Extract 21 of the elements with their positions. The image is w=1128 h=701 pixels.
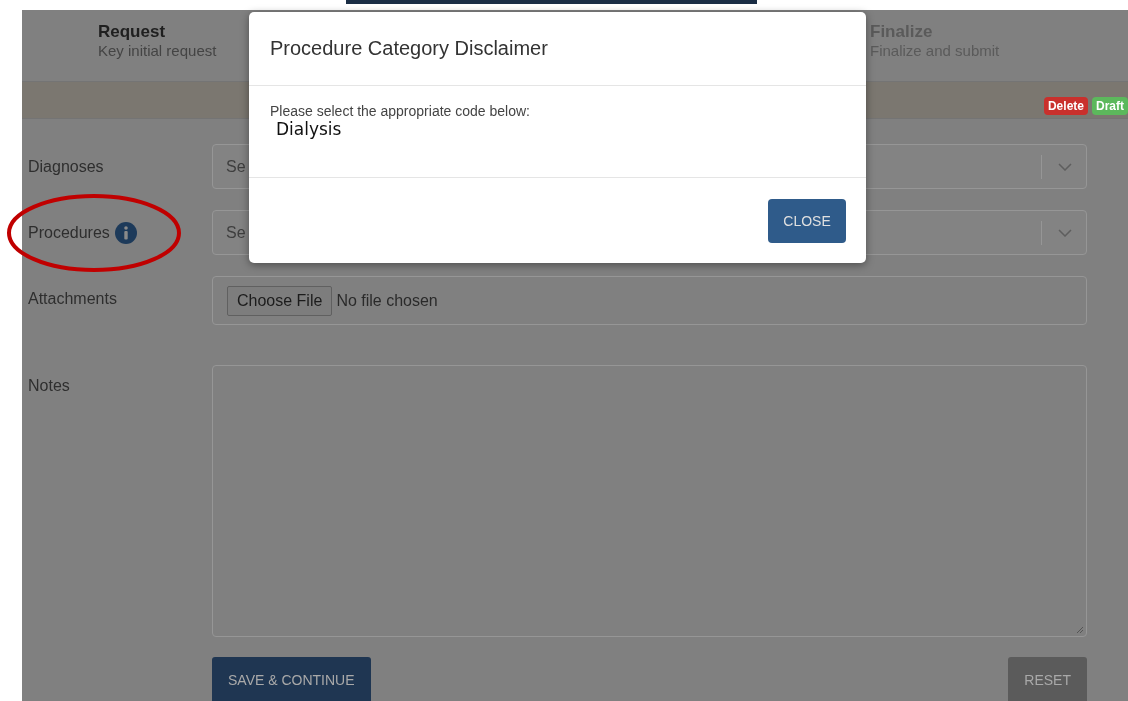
resize-grip-icon xyxy=(1076,626,1084,634)
field-label: Diagnoses xyxy=(28,157,104,176)
dialog-message: Please select the appropriate code below: xyxy=(270,104,531,118)
code-option[interactable]: Dialysis xyxy=(276,119,342,139)
step-title: Request xyxy=(98,22,166,42)
file-status: No file chosen xyxy=(336,291,438,310)
reset-button[interactable]: RESET xyxy=(1008,657,1087,701)
status-badge: Draft xyxy=(1092,97,1128,115)
caret-icon xyxy=(1058,228,1072,237)
caret-icon xyxy=(1058,162,1072,171)
field-label: Procedures xyxy=(28,223,110,242)
save-continue-button[interactable]: SAVE & CONTINUE xyxy=(212,657,371,701)
field-label: Attachments xyxy=(28,289,117,308)
step-subtitle: Key initial request xyxy=(98,42,217,59)
info-icon[interactable] xyxy=(114,221,137,244)
notes-field[interactable] xyxy=(212,365,1087,637)
status-badge: Delete xyxy=(1043,97,1088,115)
close-button[interactable]: CLOSE xyxy=(768,198,846,243)
dialog-title: Procedure Category Disclaimer xyxy=(270,37,548,60)
choose-file-button[interactable]: Choose File xyxy=(227,285,333,316)
field-label: Notes xyxy=(28,377,70,395)
